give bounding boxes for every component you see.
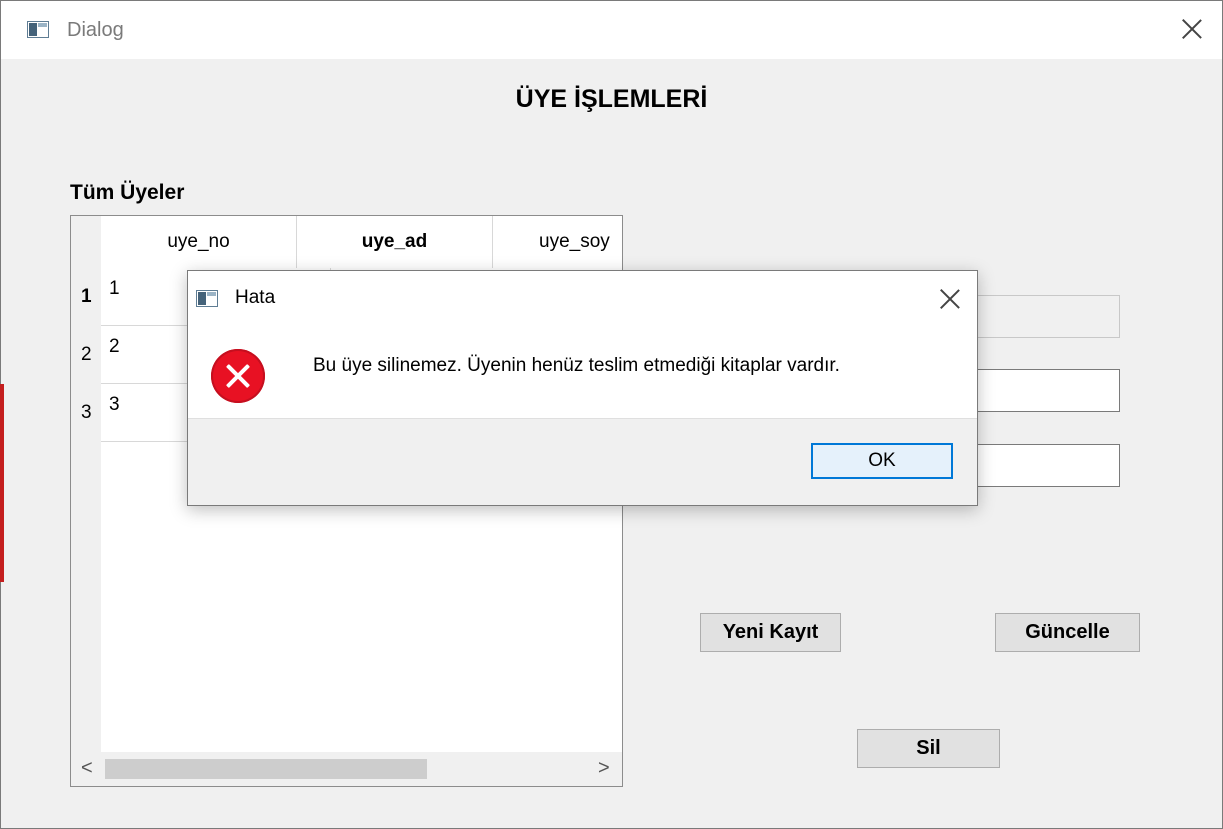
delete-button[interactable]: Sil bbox=[857, 729, 1000, 768]
dialog-close-icon[interactable] bbox=[935, 284, 965, 314]
scroll-right-icon[interactable]: > bbox=[598, 757, 610, 780]
ok-button[interactable]: OK bbox=[811, 443, 953, 479]
column-header-uye-no[interactable]: uye_no bbox=[101, 216, 297, 268]
new-record-button[interactable]: Yeni Kayıt bbox=[700, 613, 841, 652]
update-button[interactable]: Güncelle bbox=[995, 613, 1140, 652]
window-title: Dialog bbox=[67, 19, 124, 41]
section-title: Tüm Üyeler bbox=[70, 181, 185, 204]
error-message: Bu üye silinemez. Üyenin henüz teslim et… bbox=[313, 355, 840, 376]
horizontal-scrollbar[interactable]: < > bbox=[71, 752, 622, 786]
window-titlebar: Dialog bbox=[1, 1, 1222, 59]
error-dialog: Hata Bu üye silinemez. Üyenin henüz tesl… bbox=[187, 270, 978, 506]
row-header-1[interactable]: 1 bbox=[81, 286, 92, 308]
dialog-title: Hata bbox=[235, 287, 276, 308]
close-icon[interactable] bbox=[1177, 14, 1207, 44]
app-icon bbox=[27, 21, 49, 38]
page-title: ÜYE İŞLEMLERİ bbox=[515, 85, 708, 113]
column-header-uye-soy[interactable]: uye_soy bbox=[493, 216, 622, 268]
dialog-app-icon bbox=[196, 290, 218, 307]
scroll-left-icon[interactable]: < bbox=[81, 757, 93, 780]
scroll-thumb[interactable] bbox=[105, 759, 427, 779]
error-icon bbox=[211, 349, 265, 403]
row-header-2[interactable]: 2 bbox=[81, 344, 92, 366]
background-window-edge bbox=[0, 384, 4, 582]
row-header-3[interactable]: 3 bbox=[81, 402, 92, 424]
column-header-uye-ad[interactable]: uye_ad bbox=[297, 216, 493, 268]
